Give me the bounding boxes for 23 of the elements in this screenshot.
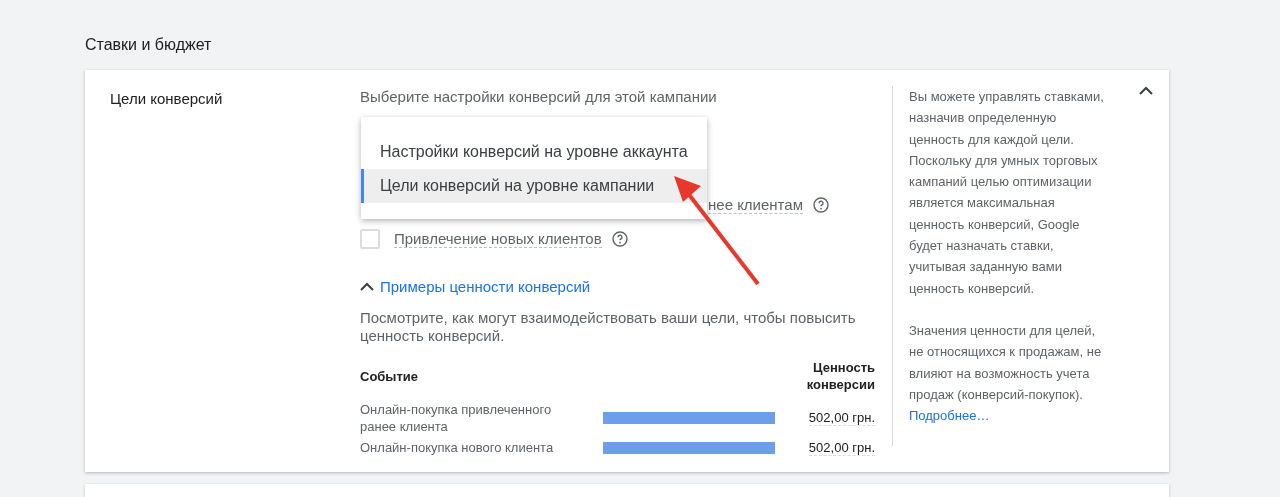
column-header: Событие: [360, 367, 420, 385]
menu-item[interactable]: Настройки конверсий на уровне аккаунта: [361, 135, 707, 169]
learn-more-link[interactable]: Подробнее…: [909, 408, 990, 424]
setting-subtitle: Выберите настройки конверсий для этой кампании: [360, 87, 718, 105]
event-cell-text: Онлайн-покупка нового клиента: [360, 439, 555, 456]
examples-link[interactable]: Примеры ценности конверсий: [360, 278, 591, 295]
section-title: Ставки и бюджет: [85, 36, 213, 54]
checkbox[interactable]: [360, 229, 380, 249]
value-cell: 502,00 грн.: [808, 410, 875, 426]
help-icon[interactable]: [813, 197, 829, 213]
help-icon[interactable]: [611, 231, 628, 247]
chevron-icon: [1139, 86, 1153, 95]
chevron-icon: [360, 282, 374, 291]
goal-label: Привлечение новых клиентов: [394, 230, 602, 248]
description-text: Посмотрите, как могут взаимодействовать ваши цели, чтобы повысить ценность конверсий.: [360, 309, 857, 345]
menu-item[interactable]: Цели конверсий на уровне кампании: [361, 169, 707, 203]
setting-label: Цели конверсий: [110, 89, 224, 109]
help-text: Вы можете управлять ставками, назначив определенную ценность для каждой цели. Поскольку для умных торговых кампаний целью оптимизации является максимальная ценность конверсий, Google будет назначать ставки, учитывая заданную вами ценность конверсий.: [909, 88, 1105, 298]
column-header: Ценность конверсии: [805, 359, 875, 393]
goal-label: нее клиентам: [708, 196, 803, 214]
event-cell-text: Онлайн-покупка привлеченного ранее клиента: [360, 401, 553, 435]
help-text: Значения ценности для целей, не относящихся к продажам, не влияют на возможность учета продаж (конверсий-покупок).: [909, 321, 1103, 404]
value-cell: 502,00 грн.: [808, 439, 875, 456]
